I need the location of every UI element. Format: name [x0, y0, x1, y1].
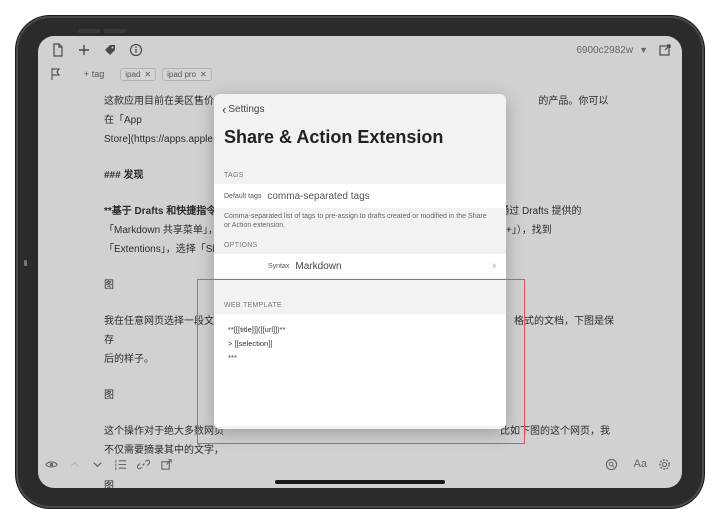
list-format-icon[interactable] [111, 455, 129, 473]
volume-button [78, 29, 100, 33]
default-tags-row[interactable]: Default tags comma-separated tags [214, 184, 506, 208]
chevron-right-icon: › [492, 260, 496, 272]
eye-icon[interactable] [42, 455, 60, 473]
link-icon[interactable] [134, 455, 152, 473]
default-tags-helper: Comma-separated list of tags to pre-assi… [224, 213, 487, 229]
search-icon[interactable] [603, 455, 621, 473]
back-label: Settings [228, 104, 265, 115]
chevron-up-icon[interactable] [65, 455, 83, 473]
syntax-value: Markdown [295, 260, 342, 272]
section-tags-label: TAGS [224, 172, 244, 179]
highlight-box [197, 279, 525, 444]
font-size-button[interactable]: Aa [634, 458, 647, 470]
back-button[interactable]: ‹ Settings [222, 102, 264, 117]
page-title: Share & Action Extension [224, 127, 444, 147]
chevron-left-icon: ‹ [222, 102, 227, 117]
syntax-row[interactable]: Syntax Markdown › [214, 254, 506, 278]
camera-dot [24, 260, 27, 266]
volume-button [104, 29, 126, 33]
chevron-down-icon[interactable] [88, 455, 106, 473]
home-indicator [275, 480, 445, 484]
bottom-toolbar: Aa [38, 454, 682, 474]
share-out-icon[interactable] [157, 455, 175, 473]
bottom-right-tools: Aa [603, 455, 678, 473]
section-options-label: OPTIONS [224, 242, 258, 249]
default-tags-input[interactable]: comma-separated tags [267, 191, 369, 202]
default-tags-label: Default tags [224, 192, 262, 200]
gear-icon[interactable] [655, 455, 673, 473]
syntax-label: Syntax [268, 262, 290, 270]
